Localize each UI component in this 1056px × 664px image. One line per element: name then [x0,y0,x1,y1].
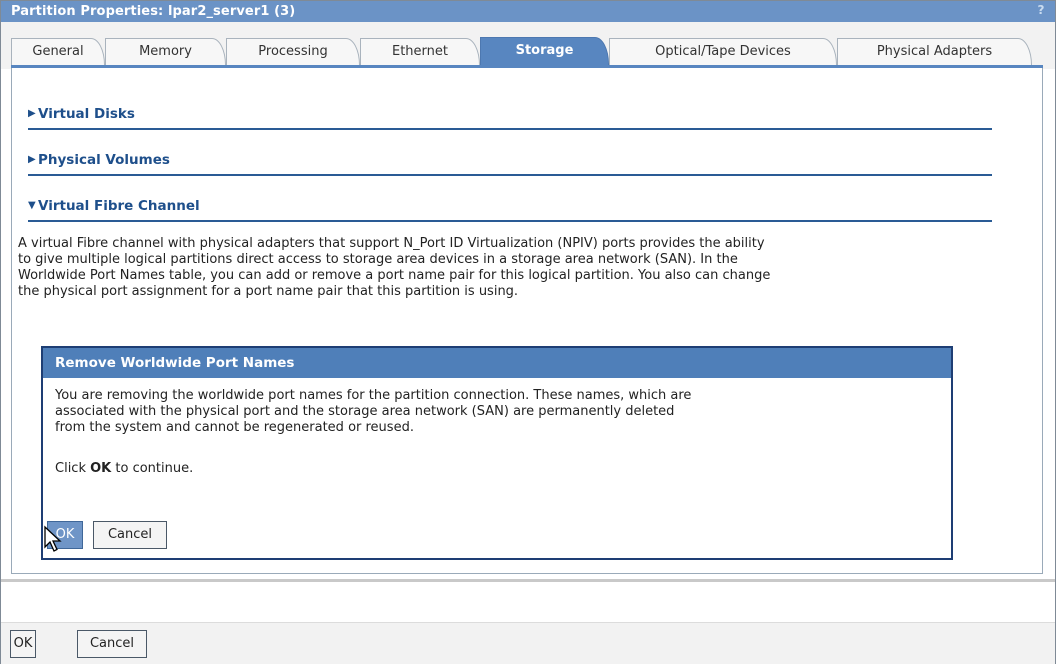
tab-physical-adapters[interactable]: Physical Adapters [837,38,1032,65]
expanded-caret-icon: ▼ [28,200,36,211]
section-label: Virtual Disks [38,106,135,122]
blank-area [1,582,1055,622]
dialog-message-line: from the system and cannot be regenerate… [55,420,414,435]
tab-bar: General Memory Processing Ethernet Stora… [1,22,1055,69]
section-label: Physical Volumes [38,152,170,168]
dialog-message-line: You are removing the worldwide port name… [55,388,692,403]
mouse-pointer-icon [44,525,62,552]
description-line: the physical port assignment for a port … [18,284,519,299]
fibre-channel-description: A virtual Fibre channel with physical ad… [18,236,1038,300]
tab-storage[interactable]: Storage [480,37,609,66]
tab-memory[interactable]: Memory [105,38,226,65]
tab-general[interactable]: General [11,38,105,65]
cancel-button[interactable]: Cancel [77,630,147,658]
description-line: Worldwide Port Names table, you can add … [18,268,771,283]
window-title: Partition Properties: lpar2_server1 (3) [11,4,296,19]
description-line: A virtual Fibre channel with physical ad… [18,236,765,251]
partition-properties-window: Partition Properties: lpar2_server1 (3) … [0,0,1056,664]
tab-processing[interactable]: Processing [226,38,360,65]
tab-optical-tape-devices[interactable]: Optical/Tape Devices [609,38,837,65]
dialog-message-line: associated with the physical port and th… [55,404,675,419]
tab-ethernet[interactable]: Ethernet [360,38,480,65]
section-virtual-fibre-channel[interactable]: ▼ Virtual Fibre Channel [28,198,992,222]
instruction-ok-word: OK [90,461,112,476]
section-label: Virtual Fibre Channel [38,198,200,214]
collapsed-caret-icon: ▶ [28,154,36,165]
description-line: to give multiple logical partitions dire… [18,252,738,267]
dialog-title: Remove Worldwide Port Names [43,348,951,378]
dialog-message: You are removing the worldwide port name… [55,388,935,436]
instruction-prefix: Click [55,461,86,476]
help-icon[interactable]: ? [1035,3,1047,18]
remove-wwpn-dialog: Remove Worldwide Port Names You are remo… [41,346,953,560]
dialog-instruction: Click OK to continue. [55,461,193,476]
dialog-cancel-button[interactable]: Cancel [93,521,167,549]
collapsed-caret-icon: ▶ [28,108,36,119]
footer-bar: OK Cancel [1,622,1055,664]
instruction-suffix: to continue. [115,461,194,476]
section-virtual-disks[interactable]: ▶ Virtual Disks [28,106,992,130]
ok-button[interactable]: OK [10,630,36,658]
window-titlebar: Partition Properties: lpar2_server1 (3) … [1,1,1055,22]
section-physical-volumes[interactable]: ▶ Physical Volumes [28,152,992,176]
storage-tab-panel: ▶ Virtual Disks ▶ Physical Volumes ▼ Vir… [11,68,1043,574]
